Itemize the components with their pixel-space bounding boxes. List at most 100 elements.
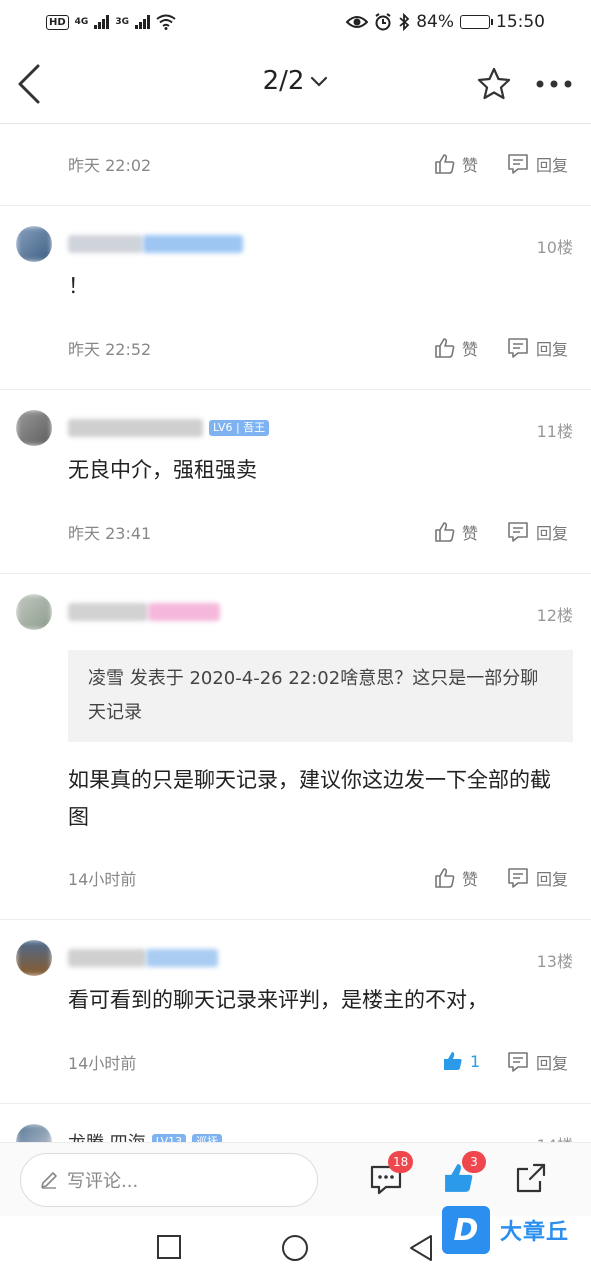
thumbs-up-icon bbox=[435, 522, 455, 542]
comment-input[interactable]: 写评论... bbox=[20, 1153, 318, 1207]
comments-button[interactable]: 18 bbox=[368, 1151, 414, 1197]
more-icon[interactable] bbox=[534, 78, 574, 90]
username-blurred[interactable] bbox=[68, 946, 218, 970]
watermark-logo: D bbox=[442, 1206, 490, 1254]
bluetooth-icon bbox=[399, 13, 410, 31]
post-item: 10楼 ！ 昨天 22:52 赞 回复 bbox=[0, 206, 591, 390]
comment-icon bbox=[508, 522, 528, 542]
network-3g-label: 3G bbox=[115, 17, 129, 27]
comment-bar: 写评论... 18 3 bbox=[0, 1142, 591, 1216]
avatar[interactable] bbox=[16, 1124, 52, 1142]
hd-indicator: HD bbox=[46, 14, 69, 30]
reply-label: 回复 bbox=[536, 870, 569, 889]
post-item: 昨天 22:02 赞 回复 bbox=[0, 124, 591, 206]
comment-icon bbox=[508, 338, 528, 358]
battery-percent: 84% bbox=[416, 12, 454, 32]
comment-placeholder: 写评论... bbox=[67, 1171, 139, 1192]
back-triangle-icon[interactable] bbox=[408, 1234, 434, 1262]
home-icon[interactable] bbox=[281, 1234, 309, 1262]
comment-icon bbox=[508, 1052, 528, 1072]
floor-number: 10楼 bbox=[536, 238, 573, 257]
thumbs-up-icon bbox=[435, 154, 455, 174]
recent-apps-icon[interactable] bbox=[156, 1234, 182, 1260]
post-time: 昨天 22:52 bbox=[68, 340, 152, 359]
reply-button[interactable]: 回复 bbox=[506, 866, 568, 890]
status-bar: HD 4G 3G 84% 15:50 bbox=[0, 0, 591, 44]
like-button[interactable]: 1 bbox=[442, 1050, 480, 1072]
reply-button[interactable]: 回复 bbox=[506, 520, 568, 544]
like-label: 赞 bbox=[462, 156, 479, 175]
avatar[interactable] bbox=[16, 410, 52, 446]
thumbs-up-icon bbox=[435, 338, 455, 358]
pencil-icon bbox=[41, 1172, 57, 1189]
post-time: 14小时前 bbox=[68, 1054, 137, 1073]
post-content: 无良中介，强租强卖 bbox=[68, 458, 257, 482]
chevron-down-icon bbox=[311, 76, 328, 87]
floor-number: 11楼 bbox=[536, 422, 573, 441]
signal-icon bbox=[94, 15, 110, 29]
wifi-icon bbox=[156, 14, 176, 30]
quoted-reply[interactable]: 凌雪 发表于 2020-4-26 22:02啥意思？这只是一部分聊天记录 bbox=[68, 650, 573, 742]
level-badge: LV6 | 吾王 bbox=[209, 420, 270, 436]
post-content: ！ bbox=[68, 274, 89, 298]
like-count: 1 bbox=[470, 1051, 481, 1071]
username-blurred[interactable]: LV6 | 吾王 bbox=[68, 416, 270, 440]
username: 龙腾 四海 bbox=[68, 1129, 146, 1142]
watermark-text: 大章丘 bbox=[500, 1220, 570, 1245]
like-label: 赞 bbox=[462, 340, 479, 359]
thumbs-up-filled-icon bbox=[444, 1052, 462, 1070]
reply-button[interactable]: 回复 bbox=[506, 336, 568, 360]
watermark: D 大章丘 bbox=[442, 1206, 569, 1254]
eye-icon bbox=[346, 16, 369, 28]
like-label: 赞 bbox=[462, 524, 479, 543]
signal-icon-2 bbox=[134, 15, 150, 29]
reply-label: 回复 bbox=[536, 156, 569, 175]
post-time: 14小时前 bbox=[68, 870, 137, 889]
page-indicator: 2/2 bbox=[262, 66, 305, 96]
status-right: 84% 15:50 bbox=[346, 12, 545, 32]
post-item: 12楼 凌雪 发表于 2020-4-26 22:02啥意思？这只是一部分聊天记录… bbox=[0, 574, 591, 920]
reply-label: 回复 bbox=[536, 340, 569, 359]
post-item: 13楼 看可看到的聊天记录来评判，是楼主的不对， 14小时前 1 回复 bbox=[0, 920, 591, 1104]
alarm-icon bbox=[375, 13, 391, 31]
clock: 15:50 bbox=[496, 12, 545, 32]
comment-icon bbox=[508, 154, 528, 174]
reply-button[interactable]: 回复 bbox=[506, 1050, 568, 1074]
username-blurred[interactable] bbox=[68, 232, 243, 256]
share-icon bbox=[516, 1163, 546, 1193]
post-content: 看可看到的聊天记录来评判，是楼主的不对， bbox=[68, 988, 488, 1012]
status-left: HD 4G 3G bbox=[46, 14, 176, 30]
star-favorite-icon[interactable] bbox=[476, 66, 512, 102]
avatar[interactable] bbox=[16, 594, 52, 630]
level-badge: LV13 bbox=[151, 1134, 187, 1142]
floor-number: 12楼 bbox=[536, 606, 573, 625]
like-button[interactable]: 赞 bbox=[434, 866, 478, 890]
post-content: 如果真的只是聊天记录，建议你这边发一下全部的截图 bbox=[68, 768, 551, 829]
thumbs-up-icon bbox=[435, 868, 455, 888]
floor-number: 14楼 bbox=[537, 1132, 573, 1142]
title-badge: 巡抚 bbox=[192, 1134, 223, 1142]
avatar[interactable] bbox=[16, 226, 52, 262]
comment-count-badge: 18 bbox=[388, 1151, 414, 1173]
comment-icon bbox=[508, 868, 528, 888]
floor-number: 13楼 bbox=[536, 952, 573, 971]
network-4g-label: 4G bbox=[74, 17, 89, 27]
like-button[interactable]: 赞 bbox=[434, 336, 478, 360]
like-post-button[interactable]: 3 bbox=[442, 1151, 486, 1197]
post-time: 昨天 23:41 bbox=[68, 524, 152, 543]
avatar[interactable] bbox=[16, 940, 52, 976]
like-button[interactable]: 赞 bbox=[434, 152, 478, 176]
like-button[interactable]: 赞 bbox=[434, 520, 478, 544]
post-item: 龙腾 四海 LV13 巡抚 14楼 bbox=[0, 1104, 591, 1142]
reply-label: 回复 bbox=[536, 524, 569, 543]
like-label: 赞 bbox=[462, 870, 479, 889]
post-item: LV6 | 吾王 11楼 无良中介，强租强卖 昨天 23:41 赞 回复 bbox=[0, 390, 591, 574]
username-blurred[interactable] bbox=[68, 600, 220, 624]
username-row[interactable]: 龙腾 四海 LV13 巡抚 bbox=[68, 1129, 223, 1142]
like-count-badge: 3 bbox=[462, 1151, 486, 1173]
battery-icon bbox=[460, 15, 493, 29]
post-time: 昨天 22:02 bbox=[68, 156, 152, 175]
reply-button[interactable]: 回复 bbox=[506, 152, 568, 176]
share-button[interactable] bbox=[514, 1161, 550, 1197]
reply-label: 回复 bbox=[536, 1054, 569, 1073]
